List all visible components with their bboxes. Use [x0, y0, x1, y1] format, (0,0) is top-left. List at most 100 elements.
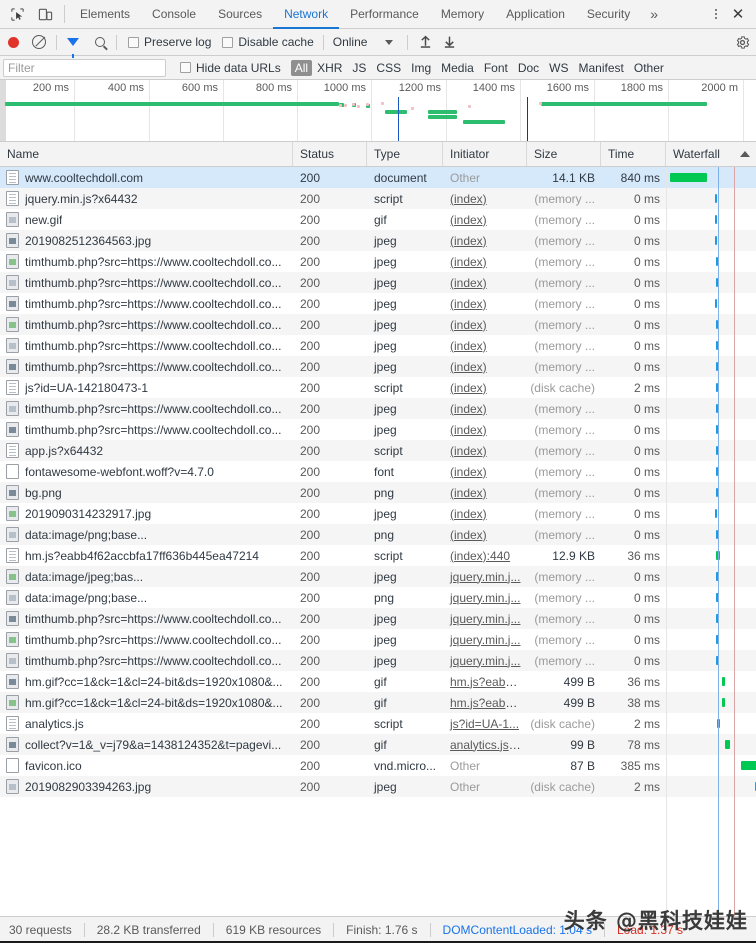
- cell-initiator[interactable]: (index): [443, 276, 527, 290]
- type-filter-other[interactable]: Other: [629, 60, 669, 76]
- table-row[interactable]: app.js?x64432 200 script (index) (memory ...…: [0, 440, 756, 461]
- initiator-link[interactable]: (index): [450, 276, 487, 290]
- initiator-link[interactable]: jquery.min.j...: [450, 591, 520, 605]
- cell-initiator[interactable]: js?id=UA-1...: [443, 717, 527, 731]
- type-filter-css[interactable]: CSS: [371, 60, 406, 76]
- tab-network[interactable]: Network: [273, 1, 340, 29]
- table-row[interactable]: 2019082512364563.jpg 200 jpeg (index) (memor…: [0, 230, 756, 251]
- type-filter-js[interactable]: JS: [347, 60, 371, 76]
- overview-left-handle[interactable]: [0, 80, 6, 141]
- type-filter-xhr[interactable]: XHR: [312, 60, 347, 76]
- initiator-link[interactable]: (index):440: [450, 549, 510, 563]
- tab-application[interactable]: Application: [495, 1, 576, 29]
- initiator-link[interactable]: (index): [450, 444, 487, 458]
- hide-data-urls-checkbox[interactable]: Hide data URLs: [180, 61, 281, 75]
- table-row[interactable]: timthumb.php?src=https://www.cooltechdol…: [0, 419, 756, 440]
- disable-cache-checkbox[interactable]: Disable cache: [222, 35, 314, 49]
- import-har-button[interactable]: [417, 34, 433, 50]
- search-button[interactable]: [95, 37, 105, 47]
- initiator-link[interactable]: (index): [450, 318, 487, 332]
- close-icon[interactable]: ✕: [727, 3, 749, 25]
- cell-initiator[interactable]: (index): [443, 360, 527, 374]
- tab-console[interactable]: Console: [141, 1, 207, 29]
- table-row[interactable]: jquery.min.js?x64432 200 script (index) (mem…: [0, 188, 756, 209]
- cell-initiator[interactable]: (index): [443, 465, 527, 479]
- cell-initiator[interactable]: (index): [443, 297, 527, 311]
- cell-initiator[interactable]: (index): [443, 339, 527, 353]
- cell-initiator[interactable]: (index): [443, 444, 527, 458]
- network-overview-timeline[interactable]: 200 ms 400 ms 600 ms 800 ms 1000 ms 1200 ms 14…: [0, 80, 756, 142]
- cell-initiator[interactable]: (index): [443, 234, 527, 248]
- table-row[interactable]: hm.gif?cc=1&ck=1&cl=24-bit&ds=1920x1080&…: [0, 671, 756, 692]
- initiator-link[interactable]: (index): [450, 213, 487, 227]
- device-toolbar-icon[interactable]: [34, 3, 56, 25]
- initiator-link[interactable]: (index): [450, 402, 487, 416]
- initiator-link[interactable]: (index): [450, 297, 487, 311]
- table-row[interactable]: timthumb.php?src=https://www.cooltechdol…: [0, 272, 756, 293]
- initiator-link[interactable]: jquery.min.j...: [450, 654, 520, 668]
- tab-sources[interactable]: Sources: [207, 1, 273, 29]
- initiator-link[interactable]: hm.js?eabb...: [450, 696, 522, 710]
- table-row[interactable]: fontawesome-webfont.woff?v=4.7.0 200 font (…: [0, 461, 756, 482]
- throttling-select[interactable]: Online: [333, 35, 394, 49]
- cell-initiator[interactable]: (index): [443, 192, 527, 206]
- tab-performance[interactable]: Performance: [339, 1, 430, 29]
- table-row[interactable]: collect?v=1&_v=j79&a=1438124352&t=pagevi…: [0, 734, 756, 755]
- initiator-link[interactable]: (index): [450, 423, 487, 437]
- preserve-log-checkbox[interactable]: Preserve log: [128, 35, 211, 49]
- cell-initiator[interactable]: jquery.min.j...: [443, 612, 527, 626]
- record-button[interactable]: [8, 36, 19, 48]
- kebab-menu-icon[interactable]: [707, 3, 725, 25]
- initiator-link[interactable]: js?id=UA-1...: [450, 717, 519, 731]
- table-row[interactable]: timthumb.php?src=https://www.cooltechdol…: [0, 650, 756, 671]
- type-filter-doc[interactable]: Doc: [513, 60, 544, 76]
- tab-elements[interactable]: Elements: [69, 1, 141, 29]
- table-row[interactable]: hm.gif?cc=1&ck=1&cl=24-bit&ds=1920x1080&…: [0, 692, 756, 713]
- type-filter-all[interactable]: All: [290, 59, 313, 76]
- table-row[interactable]: timthumb.php?src=https://www.cooltechdol…: [0, 608, 756, 629]
- initiator-link[interactable]: (index): [450, 339, 487, 353]
- table-row[interactable]: analytics.js 200 script js?id=UA-1... (disk …: [0, 713, 756, 734]
- table-row[interactable]: data:image/jpeg;bas... 200 jpeg jquery.min.…: [0, 566, 756, 587]
- cell-initiator[interactable]: jquery.min.j...: [443, 633, 527, 647]
- initiator-link[interactable]: (index): [450, 465, 487, 479]
- cell-initiator[interactable]: (index): [443, 528, 527, 542]
- table-row[interactable]: timthumb.php?src=https://www.cooltechdol…: [0, 314, 756, 335]
- column-header-time[interactable]: Time: [601, 142, 666, 166]
- more-tabs-icon[interactable]: »: [641, 1, 667, 29]
- initiator-link[interactable]: (index): [450, 234, 487, 248]
- export-har-button[interactable]: [441, 34, 457, 50]
- settings-button[interactable]: [735, 35, 750, 50]
- cell-initiator[interactable]: (index): [443, 255, 527, 269]
- filter-toggle-button[interactable]: [67, 38, 79, 58]
- table-row[interactable]: bg.png 200 png (index) (memory ... 0 ms: [0, 482, 756, 503]
- initiator-link[interactable]: (index): [450, 507, 487, 521]
- column-header-status[interactable]: Status: [293, 142, 367, 166]
- initiator-link[interactable]: (index): [450, 255, 487, 269]
- table-row[interactable]: timthumb.php?src=https://www.cooltechdol…: [0, 629, 756, 650]
- type-filter-ws[interactable]: WS: [544, 60, 573, 76]
- cell-initiator[interactable]: hm.js?eabb...: [443, 696, 527, 710]
- inspect-element-icon[interactable]: [6, 3, 28, 25]
- table-row[interactable]: www.cooltechdoll.com 200 document Other 14.1…: [0, 167, 756, 188]
- cell-initiator[interactable]: (index): [443, 486, 527, 500]
- cell-initiator[interactable]: hm.js?eabb...: [443, 675, 527, 689]
- initiator-link[interactable]: (index): [450, 486, 487, 500]
- requests-table-body[interactable]: www.cooltechdoll.com 200 document Other 14.1…: [0, 167, 756, 916]
- cell-initiator[interactable]: jquery.min.j...: [443, 654, 527, 668]
- clear-button[interactable]: [32, 35, 46, 49]
- table-row[interactable]: data:image/png;base... 200 png jquery.min.j…: [0, 587, 756, 608]
- table-row[interactable]: 2019082903394263.jpg 200 jpeg Other (disk ca…: [0, 776, 756, 797]
- cell-initiator[interactable]: jquery.min.j...: [443, 570, 527, 584]
- initiator-link[interactable]: analytics.js:16: [450, 738, 525, 752]
- type-filter-img[interactable]: Img: [406, 60, 436, 76]
- table-row[interactable]: hm.js?eabb4f62accbfa17ff636b445ea47214 20…: [0, 545, 756, 566]
- column-header-type[interactable]: Type: [367, 142, 443, 166]
- cell-initiator[interactable]: (index): [443, 507, 527, 521]
- tab-memory[interactable]: Memory: [430, 1, 495, 29]
- column-header-name[interactable]: Name: [0, 142, 293, 166]
- initiator-link[interactable]: (index): [450, 360, 487, 374]
- cell-initiator[interactable]: (index): [443, 402, 527, 416]
- cell-initiator[interactable]: (index):440: [443, 549, 527, 563]
- table-row[interactable]: timthumb.php?src=https://www.cooltechdol…: [0, 335, 756, 356]
